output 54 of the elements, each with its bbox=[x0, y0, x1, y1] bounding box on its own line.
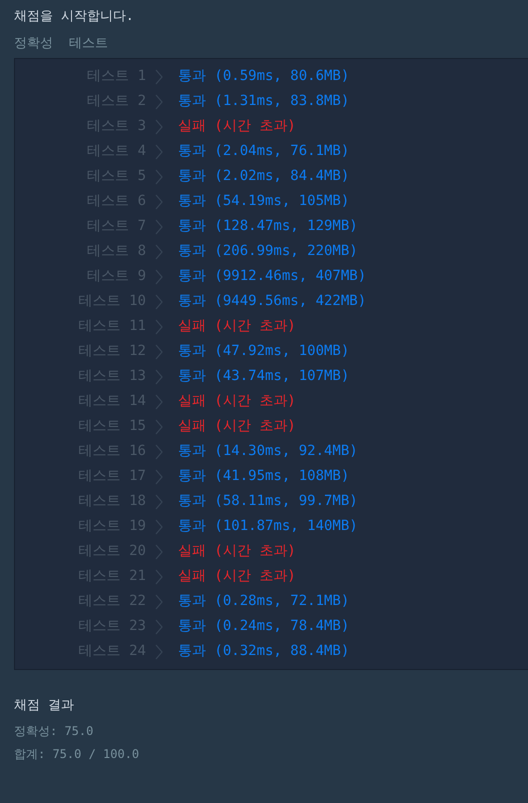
test-result: 통과 (47.92ms, 100MB) bbox=[178, 342, 350, 361]
test-result: 실패 (시간 초과) bbox=[178, 392, 296, 411]
test-result: 통과 (0.32ms, 88.4MB) bbox=[178, 642, 350, 661]
chevron-icon bbox=[154, 644, 164, 660]
chevron-icon bbox=[154, 68, 164, 84]
chevron-icon bbox=[154, 244, 164, 260]
chevron-icon bbox=[154, 394, 164, 410]
chevron-icon bbox=[154, 218, 164, 234]
section-title: 채점 결과 bbox=[14, 697, 75, 715]
test-result: 통과 (9449.56ms, 422MB) bbox=[178, 292, 366, 311]
test-result: 실패 (시간 초과) bbox=[178, 117, 296, 136]
test-result: 통과 (0.28ms, 72.1MB) bbox=[178, 592, 350, 611]
chevron-icon bbox=[154, 194, 164, 210]
test-result: 통과 (206.99ms, 220MB) bbox=[178, 242, 358, 261]
chevron-icon bbox=[154, 518, 164, 534]
chevron-icon bbox=[154, 94, 164, 110]
test-result: 통과 (2.02ms, 84.4MB) bbox=[178, 167, 350, 186]
test-result: 통과 (0.24ms, 78.4MB) bbox=[178, 617, 350, 636]
chevron-icon bbox=[154, 494, 164, 510]
test-result: 실패 (시간 초과) bbox=[178, 417, 296, 436]
chevron-icon bbox=[154, 568, 164, 584]
test-result: 통과 (101.87ms, 140MB) bbox=[178, 517, 358, 536]
tab[interactable]: 테스트 bbox=[69, 34, 108, 54]
test-result: 통과 (9912.46ms, 407MB) bbox=[178, 267, 366, 286]
test-result: 실패 (시간 초과) bbox=[178, 542, 296, 561]
chevron-icon bbox=[154, 344, 164, 360]
tab[interactable]: 정확성 bbox=[14, 34, 53, 54]
test-result: 실패 (시간 초과) bbox=[178, 317, 296, 336]
chevron-icon bbox=[154, 118, 164, 134]
test-result: 통과 (2.04ms, 76.1MB) bbox=[178, 142, 350, 161]
chevron-icon bbox=[154, 418, 164, 434]
test-result: 통과 (54.19ms, 105MB) bbox=[178, 192, 350, 211]
chevron-icon bbox=[154, 544, 164, 560]
score-line: 정확성: 75.0 bbox=[14, 723, 94, 740]
test-result: 통과 (43.74ms, 107MB) bbox=[178, 367, 350, 386]
chevron-icon bbox=[154, 294, 164, 310]
test-result: 통과 (14.30ms, 92.4MB) bbox=[178, 442, 358, 461]
chevron-icon bbox=[154, 618, 164, 634]
chevron-icon bbox=[154, 268, 164, 284]
score-line: 합계: 75.0 / 100.0 bbox=[14, 746, 140, 763]
chevron-icon bbox=[154, 318, 164, 334]
test-result: 통과 (0.59ms, 80.6MB) bbox=[178, 67, 350, 86]
test-result: 통과 (128.47ms, 129MB) bbox=[178, 217, 358, 236]
chevron-icon bbox=[154, 144, 164, 160]
test-result: 통과 (1.31ms, 83.8MB) bbox=[178, 92, 350, 111]
chevron-icon bbox=[154, 594, 164, 610]
chevron-icon bbox=[154, 468, 164, 484]
test-result: 통과 (41.95ms, 108MB) bbox=[178, 467, 350, 486]
test-result: 실패 (시간 초과) bbox=[178, 567, 296, 586]
test-result: 통과 (58.11ms, 99.7MB) bbox=[178, 492, 358, 511]
status-message: 채점을 시작합니다. bbox=[14, 8, 135, 26]
chevron-icon bbox=[154, 168, 164, 184]
chevron-icon bbox=[154, 444, 164, 460]
chevron-icon bbox=[154, 368, 164, 384]
